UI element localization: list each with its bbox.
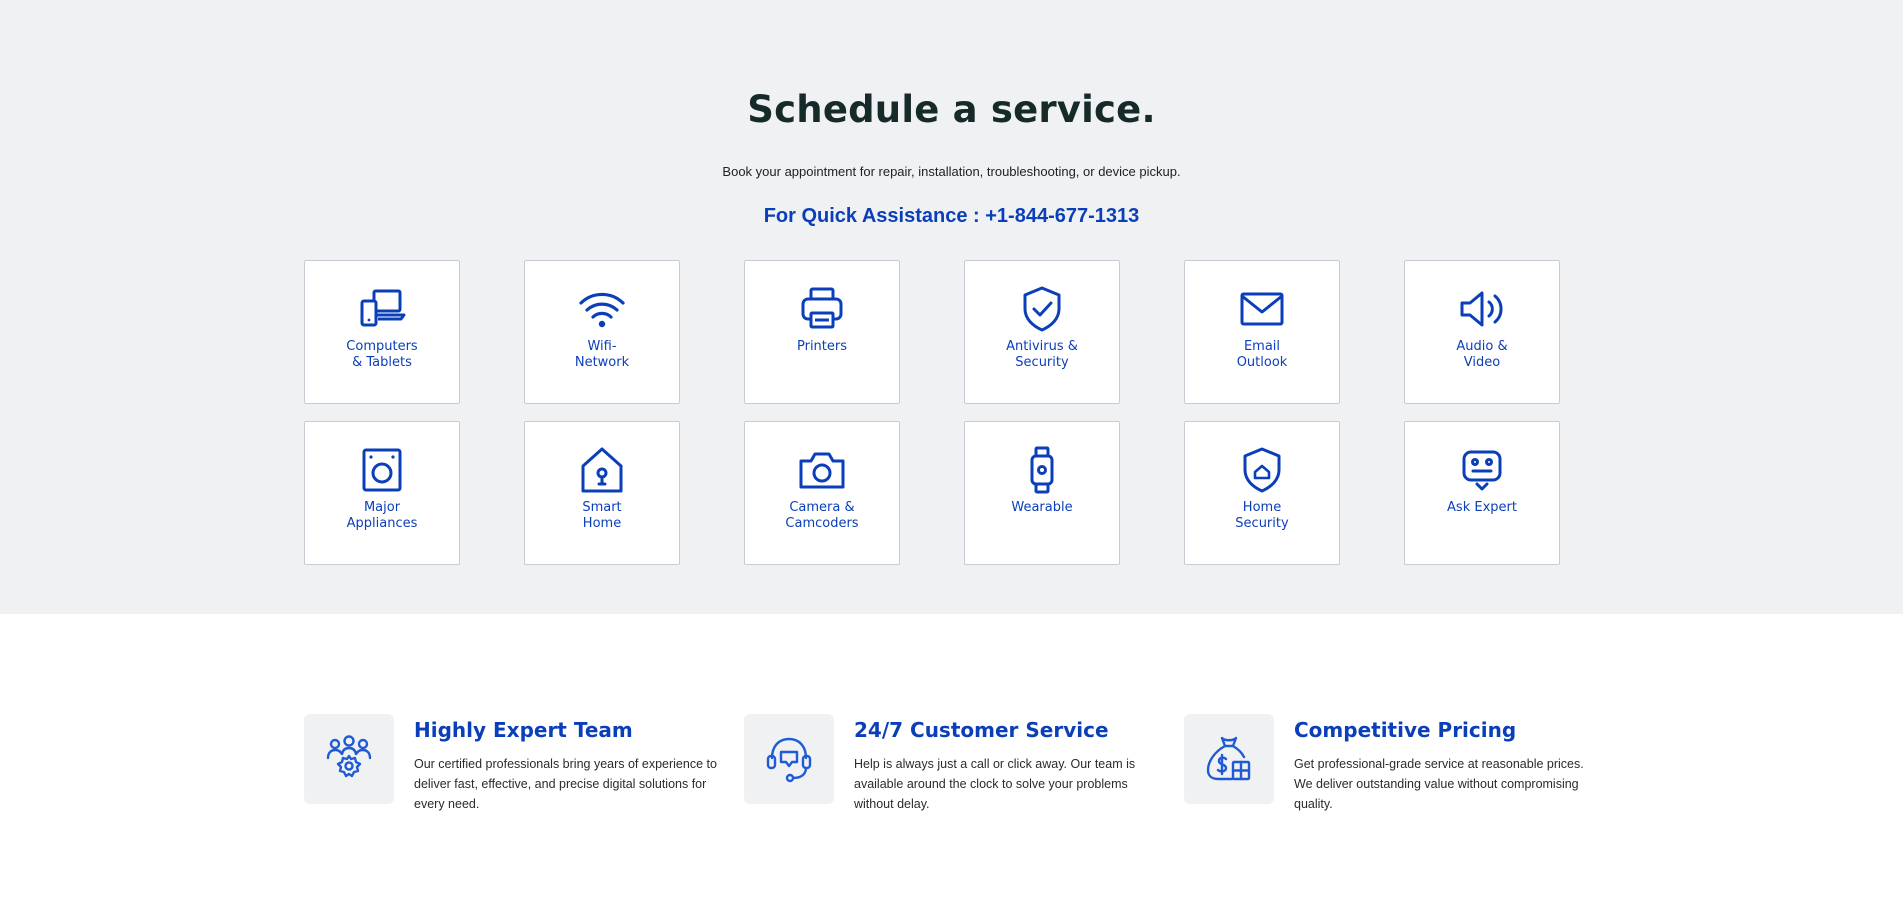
feature-icon-box (1184, 714, 1274, 804)
service-tile-email-outlook[interactable]: Email Outlook (1184, 260, 1340, 404)
feature-title: 24/7 Customer Service (854, 718, 1109, 742)
service-tile-ask-expert[interactable]: Ask Expert (1404, 421, 1560, 565)
feature-description: Get professional-grade service at reason… (1294, 757, 1584, 811)
page-title: Schedule a service. (747, 88, 1156, 131)
wifi-icon (578, 285, 626, 333)
speaker-icon (1458, 285, 1506, 333)
schedule-section: Schedule a service. Book your appointmen… (0, 0, 1903, 614)
smartwatch-icon (1018, 446, 1066, 494)
washer-icon (358, 446, 406, 494)
money-bag-icon (1206, 736, 1251, 781)
team-gear-icon (326, 735, 372, 778)
headset-icon (766, 737, 812, 783)
smart-home-icon (578, 446, 626, 494)
service-tile-wearable[interactable]: Wearable (964, 421, 1120, 565)
service-label: Major Appliances (346, 500, 418, 531)
service-label: Audio & Video (1456, 339, 1508, 370)
service-tile-wifi-network[interactable]: Wifi- Network (524, 260, 680, 404)
camera-icon (798, 446, 846, 494)
service-label: Antivirus & Security (1006, 339, 1078, 370)
printer-icon (798, 285, 846, 333)
service-tile-home-security[interactable]: Home Security (1184, 421, 1340, 565)
feature-title: Competitive Pricing (1294, 718, 1517, 742)
service-label: Smart Home (582, 500, 622, 531)
features-section: Highly Expert Team Our certified profess… (304, 714, 1604, 814)
service-tile-camera-camcoders[interactable]: Camera & Camcoders (744, 421, 900, 565)
feature-title: Highly Expert Team (414, 718, 633, 742)
service-tile-audio-video[interactable]: Audio & Video (1404, 260, 1560, 404)
page-subtitle: Book your appointment for repair, instal… (722, 164, 1181, 179)
feature-description: Our certified professionals bring years … (414, 757, 717, 811)
service-tile-antivirus-security[interactable]: Antivirus & Security (964, 260, 1120, 404)
service-label: Computers & Tablets (346, 339, 418, 370)
feature-icon-box (744, 714, 834, 804)
service-label: Ask Expert (1447, 500, 1517, 515)
service-tile-computers-tablets[interactable]: Computers & Tablets (304, 260, 460, 404)
envelope-icon (1238, 285, 1286, 333)
feature-icon-box (304, 714, 394, 804)
service-label: Camera & Camcoders (785, 500, 859, 531)
service-label: Printers (796, 339, 848, 354)
feature-competitive-pricing: Competitive Pricing Get professional-gra… (1184, 714, 1604, 814)
feature-customer-service: 24/7 Customer Service Help is always jus… (744, 714, 1164, 814)
service-tile-smart-home[interactable]: Smart Home (524, 421, 680, 565)
service-label: Wifi- Network (574, 339, 630, 370)
service-label: Home Security (1235, 500, 1289, 531)
service-grid: Computers & Tablets Wifi- Network Printe… (304, 260, 1560, 565)
service-tile-printers[interactable]: Printers (744, 260, 900, 404)
feature-description: Help is always just a call or click away… (854, 757, 1136, 811)
quick-assistance-phone-link[interactable]: For Quick Assistance : +1-844-677-1313 (0, 205, 1903, 228)
service-tile-major-appliances[interactable]: Major Appliances (304, 421, 460, 565)
devices-icon (358, 285, 406, 333)
feature-expert-team: Highly Expert Team Our certified profess… (304, 714, 724, 814)
service-label: Wearable (1011, 500, 1073, 515)
shield-check-icon (1018, 285, 1066, 333)
service-label: Email Outlook (1236, 339, 1288, 370)
robot-chat-icon (1458, 446, 1506, 494)
home-shield-icon (1238, 446, 1286, 494)
